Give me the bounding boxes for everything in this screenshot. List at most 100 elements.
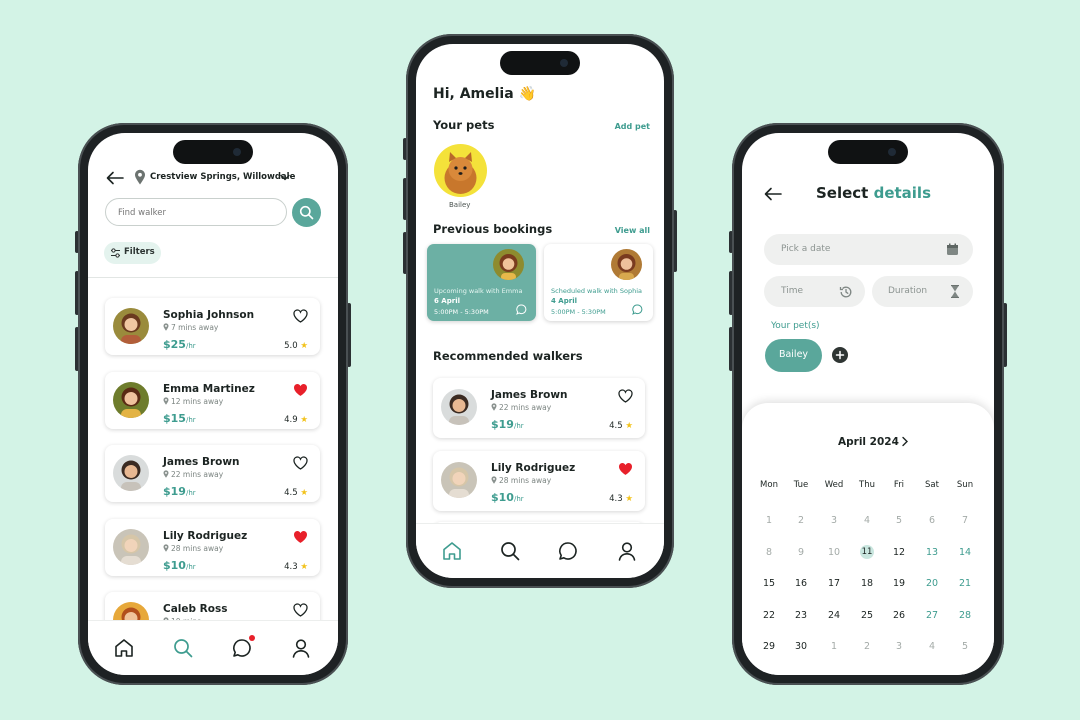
calendar-day[interactable]: 25	[852, 610, 882, 621]
price-value: $10	[163, 558, 186, 572]
calendar-day[interactable]: 8	[754, 547, 784, 558]
booking-time: 5:00PM - 5:30PM	[551, 308, 606, 316]
booking-time: 5:00PM - 5:30PM	[434, 308, 489, 316]
calendar-day[interactable]: 3	[819, 515, 849, 526]
calendar-day[interactable]: 2	[852, 641, 882, 652]
avatar	[493, 249, 524, 280]
favorite-heart-icon[interactable]	[618, 462, 633, 476]
view-all-link[interactable]: View all	[615, 226, 650, 235]
back-arrow-icon[interactable]	[106, 171, 124, 185]
star-icon: ★	[625, 494, 633, 504]
weekday-label: Mon	[760, 480, 778, 490]
calendar-icon	[947, 243, 958, 255]
calendar-day[interactable]: 12	[884, 547, 914, 558]
rating-value: 4.3	[284, 561, 298, 572]
walker-card[interactable]: Lily Rodriguez 28 mins away $10/hr 4.3 ★	[105, 518, 320, 576]
hourglass-icon	[951, 285, 959, 298]
calendar-day[interactable]: 1	[819, 641, 849, 652]
walker-name: James Brown	[491, 389, 568, 401]
calendar-day[interactable]: 27	[917, 610, 947, 621]
filters-button[interactable]: Filters	[104, 242, 161, 264]
calendar-day[interactable]: 21	[950, 578, 980, 589]
back-arrow-icon[interactable]	[764, 187, 782, 201]
profile-icon[interactable]	[290, 637, 312, 659]
walker-avatar	[113, 308, 149, 344]
chat-icon[interactable]	[516, 304, 527, 315]
calendar-day[interactable]: 5	[884, 515, 914, 526]
price-unit: /hr	[513, 422, 524, 430]
pet-avatar-bailey[interactable]	[434, 144, 487, 197]
location-pin-icon	[163, 543, 169, 552]
calendar-day-today[interactable]: 11	[860, 544, 874, 559]
calendar-day[interactable]: 3	[884, 641, 914, 652]
calendar-day[interactable]: 14	[950, 547, 980, 558]
month-label[interactable]: April 2024	[838, 436, 899, 448]
pet-chip-bailey[interactable]: Bailey	[765, 339, 822, 372]
home-icon[interactable]	[113, 637, 135, 659]
chat-icon[interactable]	[557, 540, 579, 562]
search-button[interactable]	[292, 198, 321, 227]
person-icon	[113, 455, 149, 491]
calendar-day[interactable]: 19	[884, 578, 914, 589]
search-icon[interactable]	[499, 540, 521, 562]
favorite-heart-icon[interactable]	[293, 309, 308, 323]
calendar-day[interactable]: 28	[950, 610, 980, 621]
price-value: $15	[163, 411, 186, 425]
dynamic-island	[828, 140, 908, 164]
calendar-day[interactable]: 16	[786, 578, 816, 589]
calendar-day[interactable]: 26	[884, 610, 914, 621]
calendar-day[interactable]: 24	[819, 610, 849, 621]
calendar-day[interactable]: 22	[754, 610, 784, 621]
location-label[interactable]: Crestview Springs, Willowdale	[150, 172, 295, 182]
title-prefix: Select	[816, 184, 874, 202]
walker-card[interactable]: Emma Martinez 12 mins away $15/hr 4.9 ★	[105, 371, 320, 429]
star-icon: ★	[300, 341, 308, 351]
calendar-day[interactable]: 17	[819, 578, 849, 589]
chevron-right-icon[interactable]	[901, 436, 909, 447]
calendar-day[interactable]: 2	[786, 515, 816, 526]
time-field[interactable]: Time	[764, 276, 865, 307]
date-field[interactable]: Pick a date	[764, 234, 973, 265]
booking-card-upcoming[interactable]: Upcoming walk with Emma 6 April 5:00PM -…	[427, 244, 536, 321]
favorite-heart-icon[interactable]	[293, 383, 308, 397]
calendar-day[interactable]: 18	[852, 578, 882, 589]
calendar-day[interactable]: 30	[786, 641, 816, 652]
calendar-day[interactable]: 4	[917, 641, 947, 652]
calendar-day[interactable]: 6	[917, 515, 947, 526]
calendar-day[interactable]: 1	[754, 515, 784, 526]
add-pet-button[interactable]	[832, 347, 848, 363]
walker-card[interactable]: Sophia Johnson 7 mins away $25/hr 5.0 ★	[105, 298, 320, 355]
profile-icon[interactable]	[616, 540, 638, 562]
calendar-day[interactable]: 10	[819, 547, 849, 558]
favorite-heart-icon[interactable]	[293, 530, 308, 544]
calendar-day[interactable]: 15	[754, 578, 784, 589]
calendar-day[interactable]: 20	[917, 578, 947, 589]
search-field[interactable]	[105, 198, 287, 226]
calendar-day[interactable]: 5	[950, 641, 980, 652]
calendar-day[interactable]: 29	[754, 641, 784, 652]
calendar-day[interactable]: 9	[786, 547, 816, 558]
walker-rating: 4.3 ★	[284, 562, 308, 572]
favorite-heart-icon[interactable]	[293, 456, 308, 470]
walker-card[interactable]: James Brown 22 mins away $19/hr 4.5 ★	[105, 445, 320, 502]
calendar-day[interactable]: 13	[917, 547, 947, 558]
add-pet-link[interactable]: Add pet	[615, 122, 650, 131]
calendar-panel: April 2024 Mon Tue Wed Thu Fri Sat Sun 1 2 3 4 5 6 7 8…	[742, 403, 994, 675]
chat-icon[interactable]	[632, 304, 643, 315]
booking-title: Upcoming walk with Emma	[434, 287, 523, 295]
search-input[interactable]	[116, 207, 270, 219]
search-icon[interactable]	[172, 637, 194, 659]
phone-middle: Hi, Amelia 👋 Your pets Add pet Bailey Pr…	[403, 34, 677, 588]
booking-card-scheduled[interactable]: Scheduled walk with Sophia 4 April 5:00P…	[544, 244, 653, 321]
walker-card[interactable]: James Brown 22 mins away $19/hr 4.5 ★	[433, 378, 645, 438]
walker-card[interactable]: Lily Rodriguez 28 mins away $10/hr 4.3 ★	[433, 451, 645, 511]
walker-name: Caleb Ross	[163, 603, 228, 615]
calendar-day[interactable]: 4	[852, 515, 882, 526]
calendar-day[interactable]: 23	[786, 610, 816, 621]
favorite-heart-icon[interactable]	[293, 603, 308, 617]
calendar-day[interactable]: 7	[950, 515, 980, 526]
chevron-down-icon[interactable]	[280, 174, 290, 181]
favorite-heart-icon[interactable]	[618, 389, 633, 403]
duration-field[interactable]: Duration	[872, 276, 973, 307]
home-icon[interactable]	[441, 540, 463, 562]
